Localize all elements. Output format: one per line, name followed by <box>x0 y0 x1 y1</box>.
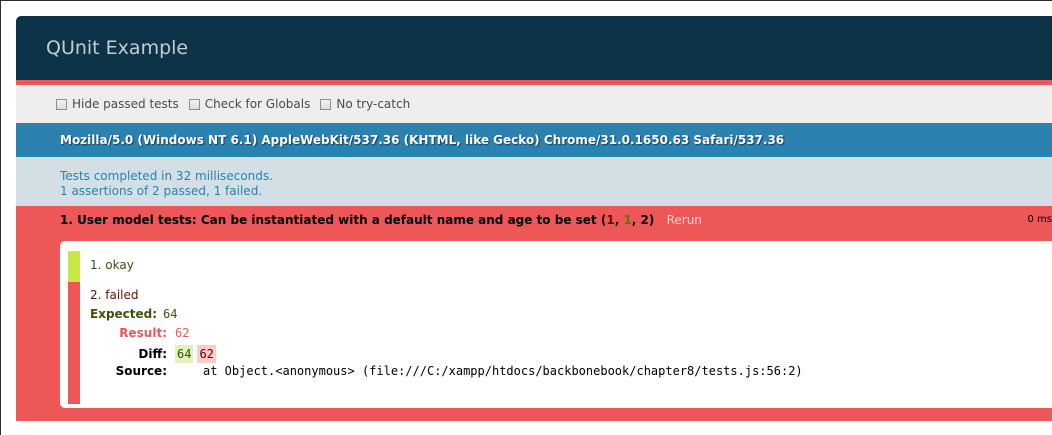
check-globals-checkbox[interactable] <box>188 98 200 110</box>
hide-passed-option[interactable]: Hide passed tests <box>56 97 179 111</box>
hide-passed-label[interactable]: Hide passed tests <box>72 97 179 111</box>
diff-inserted: 64 <box>175 345 194 363</box>
source-label: Source: <box>115 364 167 378</box>
check-globals-option[interactable]: Check for Globals <box>188 97 311 111</box>
rerun-link[interactable]: Rerun <box>667 213 702 227</box>
assertion-fail-title: 2. failed <box>90 288 1052 307</box>
source-row: Source: at Object.<anonymous> (file:///C… <box>90 364 1052 383</box>
check-globals-label[interactable]: Check for Globals <box>205 97 311 111</box>
expected-row: Expected: 64 <box>90 307 1052 326</box>
assertion-count-text: 1 assertions of 2 passed, 1 failed. <box>60 184 263 198</box>
no-try-catch-label[interactable]: No try-catch <box>336 97 410 111</box>
expected-value: 64 <box>163 307 178 321</box>
diff-row: Diff: 64 62 <box>90 345 1052 364</box>
user-agent-text: Mozilla/5.0 (Windows NT 6.1) AppleWebKit… <box>60 133 785 147</box>
test-item-failed: 1. User model tests: Can be instantiated… <box>16 206 1052 421</box>
no-try-catch-option[interactable]: No try-catch <box>320 97 410 111</box>
assertion-pass: 1. okay <box>68 251 1052 282</box>
page-title-text[interactable]: QUnit Example <box>46 37 188 59</box>
total-count: 2 <box>640 213 649 227</box>
no-try-catch-checkbox[interactable] <box>320 98 332 110</box>
assertion-list: 1. okay 2. failed Expected: 64 Result: 6… <box>60 241 1052 408</box>
user-agent-bar: Mozilla/5.0 (Windows NT 6.1) AppleWebKit… <box>16 123 1052 157</box>
assertion-label: 2. failed <box>90 288 139 302</box>
source-value: at Object.<anonymous> (file:///C:/xampp/… <box>203 364 803 378</box>
test-header[interactable]: 1. User model tests: Can be instantiated… <box>16 206 1052 234</box>
test-result-summary: Tests completed in 32 milliseconds. 1 as… <box>16 157 1052 206</box>
expected-label: Expected: <box>90 307 158 321</box>
diff-deleted: 62 <box>197 345 216 363</box>
passed-count: 1 <box>623 213 632 227</box>
qunit-container: QUnit Example Hide passed tests Check fo… <box>16 16 1052 435</box>
toolbar: Hide passed tests Check for Globals No t… <box>16 85 1052 123</box>
test-name[interactable]: 1. User model tests: Can be instantiated… <box>60 213 597 227</box>
diff-label: Diff: <box>138 347 167 361</box>
assertion-label: 1. okay <box>90 258 134 272</box>
test-counts-sep2: , <box>631 213 641 227</box>
hide-passed-checkbox[interactable] <box>56 98 67 110</box>
assertion-fail: 2. failed Expected: 64 Result: 62 Diff: … <box>68 282 1052 404</box>
test-counts-close: ) <box>648 213 655 227</box>
test-duration-text: Tests completed in 32 milliseconds. <box>60 169 273 183</box>
failed-count: 1 <box>606 213 615 227</box>
page-title[interactable]: QUnit Example <box>16 16 1052 85</box>
result-label: Result: <box>119 326 167 340</box>
runtime-label: 0 ms <box>1027 214 1052 225</box>
result-value: 62 <box>175 326 190 340</box>
test-counts-open: ( <box>596 213 607 227</box>
result-row: Result: 62 <box>90 326 1052 345</box>
